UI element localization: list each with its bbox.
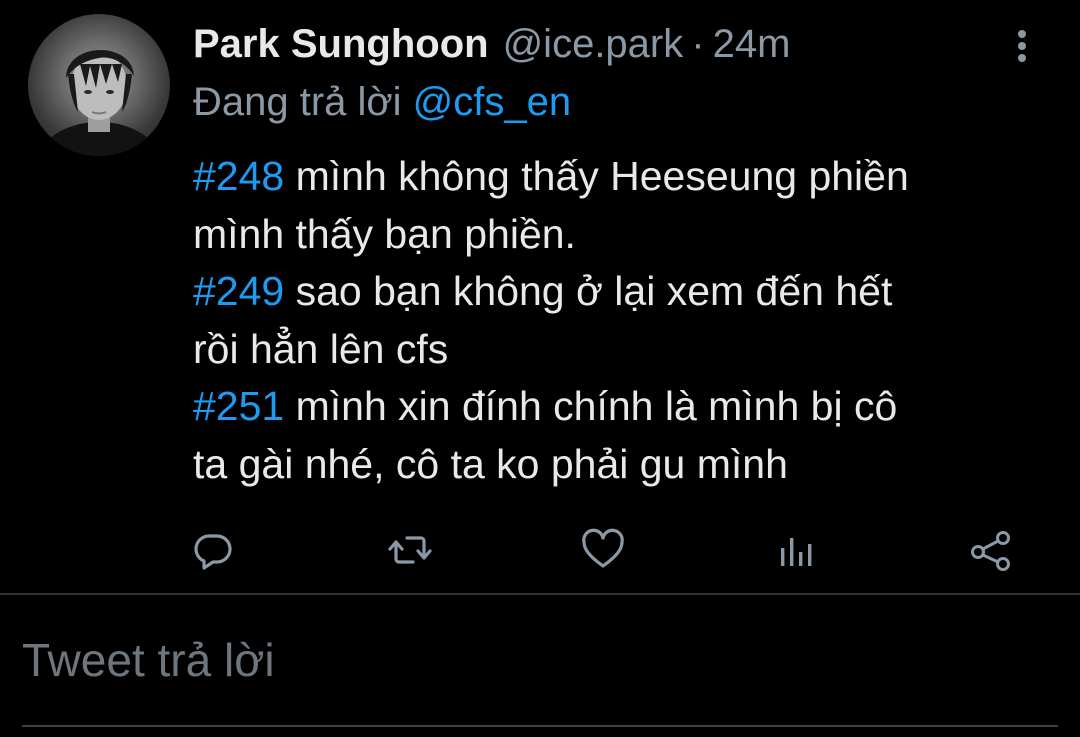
reply-icon (194, 534, 232, 570)
retweet-button[interactable] (386, 526, 434, 574)
retweet-icon (388, 536, 432, 564)
reply-input[interactable]: Tweet trả lời (22, 630, 275, 690)
reply-button[interactable] (189, 526, 237, 574)
avatar[interactable] (28, 14, 170, 156)
more-vertical-icon (1018, 30, 1026, 62)
hashtag-link[interactable]: #249 (193, 268, 284, 314)
tweet-line: #248 mình không thấy Heeseung phiền (193, 148, 1053, 206)
tweet-line-text: sao bạn không ở lại xem đến hết (284, 268, 893, 314)
like-button[interactable] (579, 526, 627, 574)
author-name[interactable]: Park Sunghoon (193, 18, 489, 70)
avatar-image (38, 49, 160, 156)
share-icon (971, 531, 1010, 571)
timestamp[interactable]: 24m (713, 18, 791, 70)
tweet-line: #251 mình xin đính chính là mình bị cô (193, 378, 1053, 436)
tweet-line: mình thấy bạn phiền. (193, 206, 1053, 264)
replying-to: Đang trả lời @cfs_en (193, 76, 571, 128)
tweet-line-text: ta gài nhé, cô ta ko phải gu mình (193, 440, 788, 487)
more-options-button[interactable] (1008, 24, 1036, 68)
hashtag-link[interactable]: #248 (193, 153, 284, 199)
divider (0, 593, 1080, 595)
tweet-line-text: mình xin đính chính là mình bị cô (284, 383, 898, 429)
reply-input-underline (22, 725, 1058, 727)
tweet-actions (0, 520, 1080, 580)
separator-dot: · (691, 22, 705, 66)
tweet-text: #248 mình không thấy Heeseung phiền mình… (193, 148, 1053, 493)
author-handle[interactable]: @ice.park (503, 18, 684, 70)
tweet-line-text: rồi hẳn lên cfs (193, 325, 449, 372)
replying-prefix: Đang trả lời (193, 80, 402, 124)
analytics-icon (781, 538, 812, 566)
tweet-line: rồi hẳn lên cfs (193, 321, 1053, 379)
tweet[interactable]: Park Sunghoon @ice.park · 24m Đang trả l… (0, 0, 1080, 594)
tweet-header: Park Sunghoon @ice.park · 24m (193, 18, 790, 70)
tweet-line-text: mình thấy bạn phiền. (193, 210, 576, 257)
tweet-line-text: mình không thấy Heeseung phiền (284, 153, 909, 199)
share-button[interactable] (967, 526, 1015, 574)
like-icon (582, 528, 624, 568)
tweet-line: #249 sao bạn không ở lại xem đến hết (193, 263, 1053, 321)
tweet-line: ta gài nhé, cô ta ko phải gu mình (193, 436, 1053, 494)
hashtag-link[interactable]: #251 (193, 383, 284, 429)
replying-mention[interactable]: @cfs_en (413, 80, 571, 124)
analytics-button[interactable] (773, 526, 821, 574)
